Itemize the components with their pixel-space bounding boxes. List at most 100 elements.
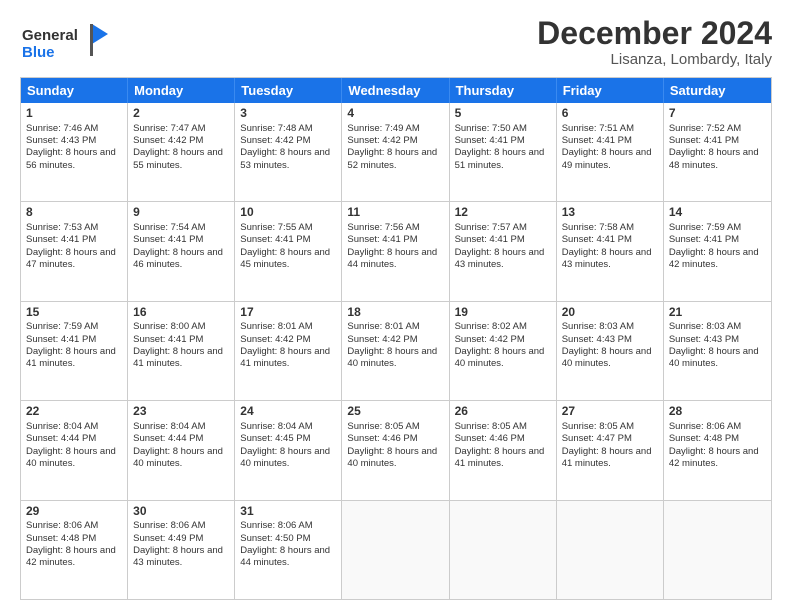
cell-dec-8: 8 Sunrise: 7:53 AM Sunset: 4:41 PM Dayli… [21,202,128,300]
sunset: Sunset: 4:49 PM [133,533,229,545]
sunrise: Sunrise: 8:03 AM [669,321,766,333]
sunset: Sunset: 4:48 PM [669,433,766,445]
sunset: Sunset: 4:44 PM [133,433,229,445]
cell-empty-4 [664,501,771,599]
daylight: Daylight: 8 hours and 42 minutes. [669,247,766,272]
daylight: Daylight: 8 hours and 45 minutes. [240,247,336,272]
sunset: Sunset: 4:41 PM [455,234,551,246]
header-monday: Monday [128,78,235,103]
daylight: Daylight: 8 hours and 53 minutes. [240,147,336,172]
cell-dec-6: 6 Sunrise: 7:51 AM Sunset: 4:41 PM Dayli… [557,103,664,201]
sunrise: Sunrise: 8:01 AM [347,321,443,333]
cell-dec-15: 15 Sunrise: 7:59 AM Sunset: 4:41 PM Dayl… [21,302,128,400]
cell-empty-3 [557,501,664,599]
sunrise: Sunrise: 8:04 AM [133,421,229,433]
cell-dec-27: 27 Sunrise: 8:05 AM Sunset: 4:47 PM Dayl… [557,401,664,499]
sunset: Sunset: 4:41 PM [347,234,443,246]
day-num: 19 [455,305,551,321]
sunset: Sunset: 4:46 PM [347,433,443,445]
sunrise: Sunrise: 8:00 AM [133,321,229,333]
daylight: Daylight: 8 hours and 41 minutes. [240,346,336,371]
month-title: December 2024 [537,16,772,51]
cell-dec-1: 1 Sunrise: 7:46 AM Sunset: 4:43 PM Dayli… [21,103,128,201]
day-num: 12 [455,205,551,221]
sunset: Sunset: 4:48 PM [26,533,122,545]
cell-dec-17: 17 Sunrise: 8:01 AM Sunset: 4:42 PM Dayl… [235,302,342,400]
sunset: Sunset: 4:42 PM [240,135,336,147]
logo: General Blue [20,20,110,69]
header: General Blue December 2024 Lisanza, Lomb… [20,16,772,69]
sunset: Sunset: 4:42 PM [133,135,229,147]
sunrise: Sunrise: 8:05 AM [347,421,443,433]
daylight: Daylight: 8 hours and 40 minutes. [26,446,122,471]
day-num: 23 [133,404,229,420]
sunset: Sunset: 4:42 PM [347,135,443,147]
sunset: Sunset: 4:47 PM [562,433,658,445]
sunrise: Sunrise: 7:58 AM [562,222,658,234]
daylight: Daylight: 8 hours and 41 minutes. [133,346,229,371]
calendar-body: 1 Sunrise: 7:46 AM Sunset: 4:43 PM Dayli… [21,103,771,599]
daylight: Daylight: 8 hours and 43 minutes. [562,247,658,272]
page: General Blue December 2024 Lisanza, Lomb… [0,0,792,612]
week-row-1: 1 Sunrise: 7:46 AM Sunset: 4:43 PM Dayli… [21,103,771,201]
sunset: Sunset: 4:46 PM [455,433,551,445]
sunrise: Sunrise: 7:56 AM [347,222,443,234]
sunrise: Sunrise: 8:03 AM [562,321,658,333]
sunrise: Sunrise: 8:05 AM [562,421,658,433]
sunrise: Sunrise: 8:05 AM [455,421,551,433]
daylight: Daylight: 8 hours and 41 minutes. [455,446,551,471]
day-num: 29 [26,504,122,520]
sunrise: Sunrise: 8:06 AM [26,520,122,532]
sunrise: Sunrise: 8:02 AM [455,321,551,333]
sunset: Sunset: 4:41 PM [455,135,551,147]
day-num: 21 [669,305,766,321]
sunset: Sunset: 4:43 PM [26,135,122,147]
sunrise: Sunrise: 7:50 AM [455,123,551,135]
cell-dec-12: 12 Sunrise: 7:57 AM Sunset: 4:41 PM Dayl… [450,202,557,300]
day-num: 6 [562,106,658,122]
day-num: 2 [133,106,229,122]
day-num: 5 [455,106,551,122]
cell-dec-10: 10 Sunrise: 7:55 AM Sunset: 4:41 PM Dayl… [235,202,342,300]
title-block: December 2024 Lisanza, Lombardy, Italy [537,16,772,68]
day-num: 1 [26,106,122,122]
sunset: Sunset: 4:41 PM [562,135,658,147]
cell-empty-2 [450,501,557,599]
cell-dec-11: 11 Sunrise: 7:56 AM Sunset: 4:41 PM Dayl… [342,202,449,300]
sunset: Sunset: 4:41 PM [669,234,766,246]
calendar-header: Sunday Monday Tuesday Wednesday Thursday… [21,78,771,103]
sunset: Sunset: 4:44 PM [26,433,122,445]
daylight: Daylight: 8 hours and 40 minutes. [562,346,658,371]
sunset: Sunset: 4:42 PM [455,334,551,346]
day-num: 16 [133,305,229,321]
day-num: 28 [669,404,766,420]
cell-dec-9: 9 Sunrise: 7:54 AM Sunset: 4:41 PM Dayli… [128,202,235,300]
svg-text:General: General [22,27,78,44]
day-num: 10 [240,205,336,221]
sunrise: Sunrise: 7:53 AM [26,222,122,234]
day-num: 11 [347,205,443,221]
cell-dec-22: 22 Sunrise: 8:04 AM Sunset: 4:44 PM Dayl… [21,401,128,499]
cell-empty-1 [342,501,449,599]
day-num: 15 [26,305,122,321]
header-wednesday: Wednesday [342,78,449,103]
sunset: Sunset: 4:41 PM [133,334,229,346]
daylight: Daylight: 8 hours and 43 minutes. [133,545,229,570]
day-num: 13 [562,205,658,221]
daylight: Daylight: 8 hours and 43 minutes. [455,247,551,272]
daylight: Daylight: 8 hours and 40 minutes. [240,446,336,471]
cell-dec-26: 26 Sunrise: 8:05 AM Sunset: 4:46 PM Dayl… [450,401,557,499]
day-num: 14 [669,205,766,221]
cell-dec-19: 19 Sunrise: 8:02 AM Sunset: 4:42 PM Dayl… [450,302,557,400]
sunrise: Sunrise: 8:04 AM [26,421,122,433]
sunrise: Sunrise: 7:49 AM [347,123,443,135]
daylight: Daylight: 8 hours and 56 minutes. [26,147,122,172]
cell-dec-3: 3 Sunrise: 7:48 AM Sunset: 4:42 PM Dayli… [235,103,342,201]
cell-dec-28: 28 Sunrise: 8:06 AM Sunset: 4:48 PM Dayl… [664,401,771,499]
cell-dec-21: 21 Sunrise: 8:03 AM Sunset: 4:43 PM Dayl… [664,302,771,400]
daylight: Daylight: 8 hours and 40 minutes. [455,346,551,371]
daylight: Daylight: 8 hours and 41 minutes. [26,346,122,371]
sunrise: Sunrise: 7:52 AM [669,123,766,135]
daylight: Daylight: 8 hours and 51 minutes. [455,147,551,172]
daylight: Daylight: 8 hours and 40 minutes. [347,346,443,371]
